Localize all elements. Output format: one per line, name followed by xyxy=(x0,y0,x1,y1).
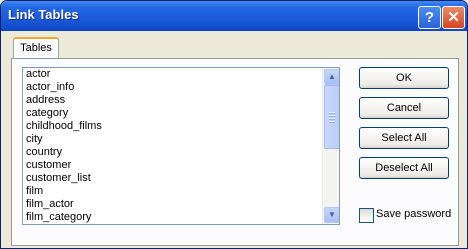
list-item[interactable]: actor xyxy=(23,68,339,81)
cancel-button[interactable]: Cancel xyxy=(359,97,449,119)
save-password-label[interactable]: Save password xyxy=(376,208,451,221)
scroll-down-arrow-icon[interactable]: ▼ xyxy=(324,207,339,223)
list-item[interactable]: film xyxy=(23,185,339,198)
save-password-checkbox[interactable] xyxy=(359,208,374,223)
window-title: Link Tables xyxy=(8,7,79,22)
list-item[interactable]: city xyxy=(23,133,339,146)
list-item[interactable]: customer_list xyxy=(23,172,339,185)
grip-line xyxy=(329,121,335,123)
list-item[interactable]: category xyxy=(23,107,339,120)
close-button[interactable]: ✕ xyxy=(442,6,465,29)
tab-tables[interactable]: Tables xyxy=(13,37,59,58)
tables-list[interactable]: actor actor_info address category childh… xyxy=(22,67,340,225)
link-tables-dialog: Link Tables ? ✕ Tables actor actor_info … xyxy=(0,0,468,249)
tab-panel: actor actor_info address category childh… xyxy=(11,58,459,246)
help-button[interactable]: ? xyxy=(418,6,441,29)
list-item[interactable]: film_category xyxy=(23,211,339,224)
scroll-thumb[interactable] xyxy=(324,85,339,149)
ok-button[interactable]: OK xyxy=(359,67,449,89)
scroll-up-arrow-icon[interactable]: ▲ xyxy=(324,69,339,85)
select-all-button[interactable]: Select All xyxy=(359,127,449,149)
dialog-body: Tables actor actor_info address category… xyxy=(3,31,465,246)
grip-line xyxy=(329,115,335,117)
grip-line xyxy=(329,112,335,114)
list-item[interactable]: childhood_films xyxy=(23,120,339,133)
list-item[interactable]: country xyxy=(23,146,339,159)
deselect-all-button[interactable]: Deselect All xyxy=(359,157,449,179)
list-item[interactable]: film_actor xyxy=(23,198,339,211)
vertical-scrollbar[interactable]: ▲ ▼ xyxy=(322,68,339,224)
list-item[interactable]: address xyxy=(23,94,339,107)
list-item[interactable]: customer xyxy=(23,159,339,172)
list-item[interactable]: actor_info xyxy=(23,81,339,94)
grip-line xyxy=(329,118,335,120)
title-bar[interactable]: Link Tables ? ✕ xyxy=(1,1,467,31)
